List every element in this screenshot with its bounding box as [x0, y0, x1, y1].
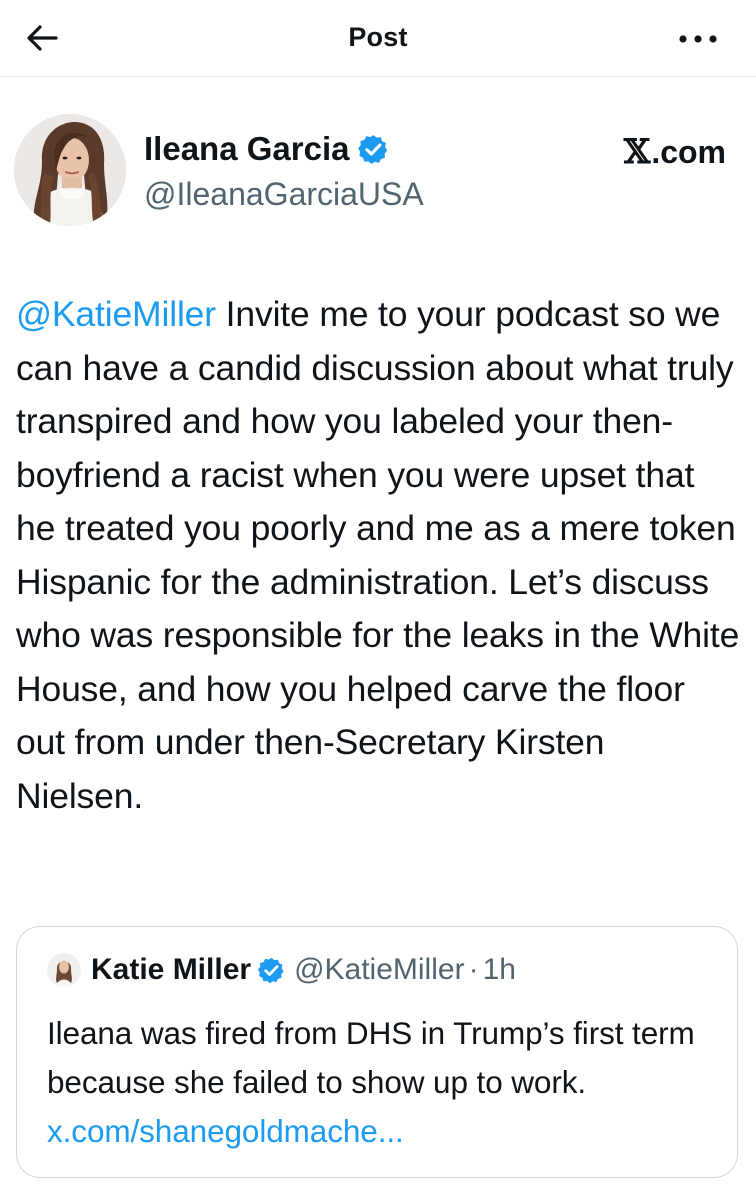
mention-link[interactable]: @KatieMiller [16, 294, 216, 334]
author-handle[interactable]: @IleanaGarciaUSA [144, 176, 424, 213]
quoted-author-name[interactable]: Katie Miller [91, 953, 251, 987]
quoted-author-handle[interactable]: @KatieMiller [294, 953, 465, 987]
x-brand-logo: 𝕏 .com [624, 132, 726, 172]
author-avatar[interactable] [14, 114, 126, 226]
x-logo-icon: 𝕏 [623, 132, 651, 172]
header-divider [0, 76, 756, 77]
quoted-post-text-content: Ileana was fired from DHS in Trump’s fir… [47, 1015, 695, 1100]
page-title: Post [348, 22, 408, 52]
post-text-content: Invite me to your podcast so we can have… [16, 294, 740, 816]
author-display-name[interactable]: Ileana Garcia [144, 130, 349, 168]
quoted-post-card[interactable]: Katie Miller @KatieMiller · 1h Ileana wa… [16, 926, 738, 1178]
quoted-post-text: Ileana was fired from DHS in Trump’s fir… [47, 1009, 727, 1156]
quoted-post-link[interactable]: x.com/shanegoldmache... [47, 1113, 404, 1149]
post-text: @KatieMiller Invite me to your podcast s… [16, 288, 741, 823]
quoted-post-header: Katie Miller @KatieMiller · 1h [47, 953, 516, 987]
quoted-post-timestamp[interactable]: 1h [483, 953, 516, 987]
more-options-button[interactable] [676, 22, 720, 58]
top-navigation-bar: Post [0, 0, 756, 76]
more-horizontal-icon [678, 31, 718, 49]
author-name-line: Ileana Garcia [144, 130, 390, 168]
post-author-row: Ileana Garcia @IleanaGarciaUSA 𝕏 .com [14, 114, 744, 226]
quoted-author-avatar[interactable] [47, 953, 81, 987]
verified-badge-icon [257, 956, 286, 985]
brand-text: .com [651, 133, 726, 170]
verified-badge-icon [357, 133, 390, 166]
separator-dot: · [468, 953, 479, 986]
